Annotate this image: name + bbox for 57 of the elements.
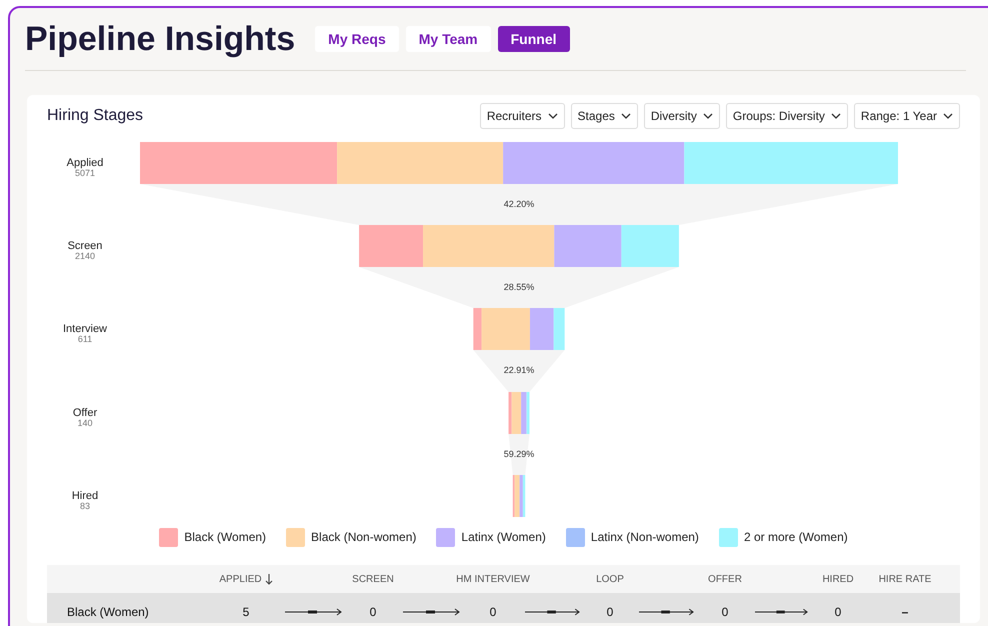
stage-count: 2140 [74, 251, 96, 261]
filter-dropdown[interactable]: Groups: Diversity [726, 103, 848, 129]
card-title: Hiring Stages [47, 106, 144, 126]
filter-dropdown[interactable]: Recruiters [480, 103, 565, 129]
table-cell-text: 0 [490, 604, 496, 621]
column-header: HIRED [822, 572, 854, 586]
row-label: Black (Women) [66, 604, 150, 621]
stage-name: Interview [62, 323, 108, 335]
table-cell-text: 0 [370, 604, 376, 621]
column-header: LOOP [596, 572, 624, 586]
column-header: HIRE RATE [878, 572, 932, 586]
flow-arrow-icon [285, 608, 343, 616]
table-cell-text: 0 [606, 604, 614, 621]
stage-name: Offer [72, 407, 98, 419]
chevron-down-icon [548, 113, 558, 119]
column-header[interactable]: APPLIED [219, 572, 262, 586]
stage-name: Screen [68, 240, 102, 252]
filter-dropdown[interactable]: Diversity [644, 103, 720, 129]
legend-label: Latinx (Non-women) [590, 529, 699, 546]
conversion-rate: 28.55% [504, 282, 534, 292]
funnel-bar [512, 475, 526, 517]
sort-down-icon[interactable] [264, 574, 273, 584]
stage-count: 140 [77, 418, 93, 428]
chevron-down-icon [830, 113, 841, 119]
conversion-rate: 22.91% [504, 365, 534, 375]
stage-count: 83 [80, 501, 90, 511]
stage-name: Applied [66, 157, 104, 169]
legend-label: Black (Non-women) [311, 529, 416, 546]
chevron-down-icon [702, 113, 713, 119]
page-title: Pipeline Insights [25, 22, 296, 56]
stage-name: Hired [72, 490, 98, 502]
chevron-down-icon [943, 113, 953, 119]
flow-arrow-icon [639, 608, 695, 616]
filter-dropdown[interactable]: Range: 1 Year [854, 103, 960, 129]
column-header: OFFER [708, 572, 742, 586]
chevron-down-icon [620, 113, 631, 119]
conversion-rate: 59.29% [504, 449, 534, 459]
column-header: SCREEN [352, 572, 394, 586]
table-cell-text: 0 [722, 604, 728, 621]
table-cell-text: – [902, 604, 908, 621]
funnel-bar [508, 392, 530, 434]
flow-arrow-icon [403, 608, 461, 616]
filter-dropdown[interactable]: Stages [570, 103, 638, 129]
legend-label: Black (Women) [184, 529, 266, 546]
stage-count: 5071 [74, 168, 96, 178]
table-cell-text: 5 [242, 604, 250, 621]
legend-label: Latinx (Women) [461, 529, 546, 546]
column-header: HM INTERVIEW [456, 572, 530, 586]
table-cell-text: 0 [834, 604, 842, 621]
stage-count: 611 [78, 334, 92, 344]
flow-arrow-icon [755, 608, 809, 616]
flow-arrow-icon [525, 608, 581, 616]
tab[interactable]: Funnel [498, 26, 570, 52]
conversion-rate: 42.20% [504, 199, 534, 209]
tab[interactable]: My Reqs [315, 26, 399, 52]
tab[interactable]: My Team [406, 26, 491, 52]
legend-label: 2 or more (Women) [744, 529, 848, 546]
